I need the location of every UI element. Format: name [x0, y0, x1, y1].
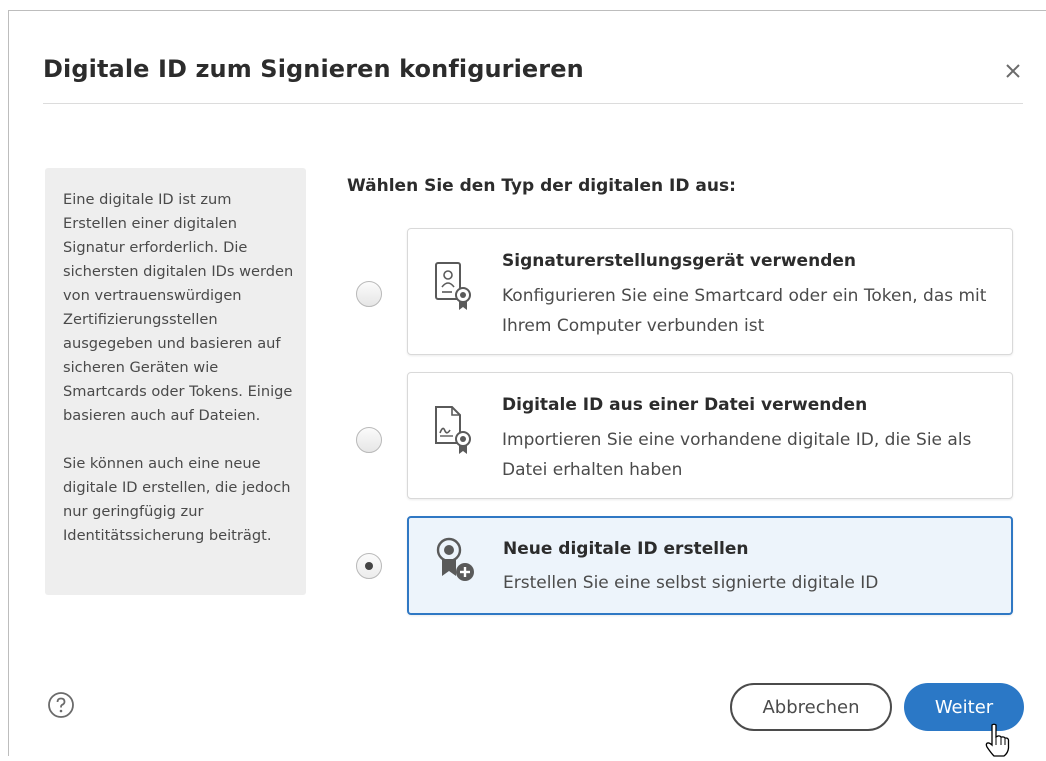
dialog-title: Digitale ID zum Signieren konfigurieren — [43, 55, 584, 83]
radio-file-id[interactable] — [356, 427, 382, 453]
info-paragraph-2: Sie können auch eine neue digitale ID er… — [63, 455, 291, 544]
option-file-id[interactable]: Digitale ID aus einer Datei verwenden Im… — [407, 372, 1013, 499]
help-icon[interactable] — [47, 691, 75, 719]
option-description: Importieren Sie eine vorhandene digitale… — [502, 430, 972, 480]
configure-digital-id-dialog: Digitale ID zum Signieren konfigurieren … — [8, 10, 1046, 757]
option-signature-device[interactable]: Signaturerstellungsgerät verwenden Konfi… — [407, 228, 1013, 355]
cancel-button[interactable]: Abbrechen — [730, 683, 892, 731]
option-description: Erstellen Sie eine selbst signierte digi… — [503, 573, 879, 593]
info-panel: Eine digitale ID ist zum Erstellen einer… — [45, 168, 306, 595]
new-certificate-icon — [435, 536, 475, 592]
certificate-device-icon — [434, 257, 474, 313]
certificate-file-icon — [434, 401, 474, 457]
radio-new-id[interactable] — [356, 553, 382, 579]
title-divider — [43, 103, 1023, 104]
hand-cursor-icon — [984, 723, 1010, 757]
option-title: Digitale ID aus einer Datei verwenden — [502, 395, 868, 415]
options-heading: Wählen Sie den Typ der digitalen ID aus: — [347, 176, 736, 196]
option-new-id[interactable]: Neue digitale ID erstellen Erstellen Sie… — [407, 516, 1013, 615]
option-description: Konfigurieren Sie eine Smartcard oder ei… — [502, 286, 987, 336]
radio-selected-dot — [365, 562, 373, 570]
option-title: Signaturerstellungsgerät verwenden — [502, 251, 856, 271]
info-paragraph-1: Eine digitale ID ist zum Erstellen einer… — [63, 191, 294, 424]
close-icon[interactable] — [999, 57, 1027, 85]
radio-signature-device[interactable] — [356, 281, 382, 307]
option-title: Neue digitale ID erstellen — [503, 539, 749, 559]
